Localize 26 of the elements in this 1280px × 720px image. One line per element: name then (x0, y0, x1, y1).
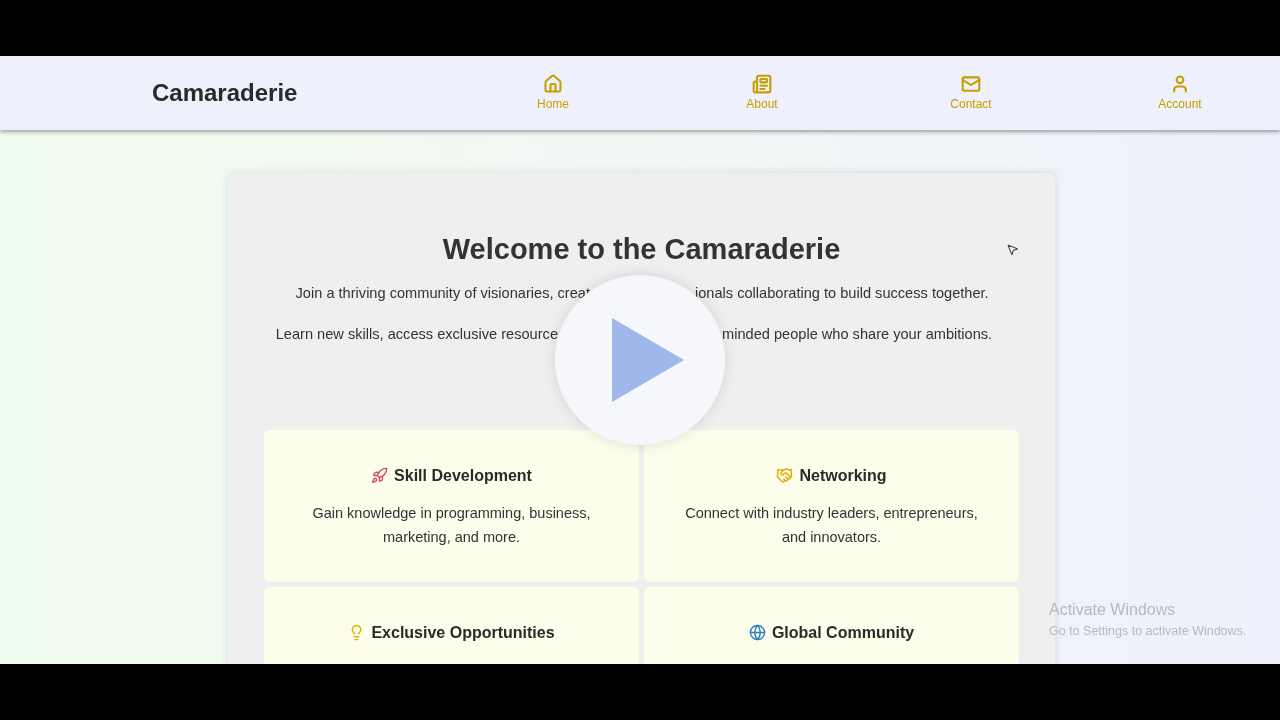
feature-title: Exclusive Opportunities (371, 622, 555, 643)
nav-link[interactable]: Account (1140, 73, 1220, 113)
play-icon (610, 318, 684, 402)
feature-description: Connect with industry leaders, entrepreneurs, and innovators. (684, 503, 979, 547)
home-icon (543, 73, 563, 94)
brand-logo[interactable]: Camaraderie (152, 79, 298, 106)
feature-title: Global Community (771, 622, 915, 643)
handshake-icon (776, 467, 794, 484)
rocket-icon (371, 467, 389, 484)
feature-description: Gain knowledge in programming, business, marketing, and more. (311, 503, 592, 547)
newspaper-icon (752, 73, 772, 94)
intro-text: Learn new skills, access exclusive resource (275, 324, 558, 344)
activation-text: Go to Settings to activate Windows. (1049, 623, 1247, 640)
hero-title: Welcome to the Camaraderie (442, 232, 841, 267)
intro-text: ionals collaborating to build success together. (695, 283, 989, 303)
intro-text: minded people who share your ambitions. (722, 324, 993, 344)
user-icon (1170, 73, 1190, 94)
nav-link[interactable]: About (722, 73, 802, 113)
feature-title: Skill Development (394, 465, 532, 486)
cursor-icon (1006, 243, 1019, 256)
mail-icon (961, 73, 981, 94)
globe-icon (748, 624, 766, 641)
nav-link[interactable]: Home (513, 73, 593, 113)
feature-title: Networking (799, 465, 887, 486)
nav-link[interactable]: Contact (931, 73, 1011, 113)
activation-title: Activate Windows (1049, 600, 1177, 620)
